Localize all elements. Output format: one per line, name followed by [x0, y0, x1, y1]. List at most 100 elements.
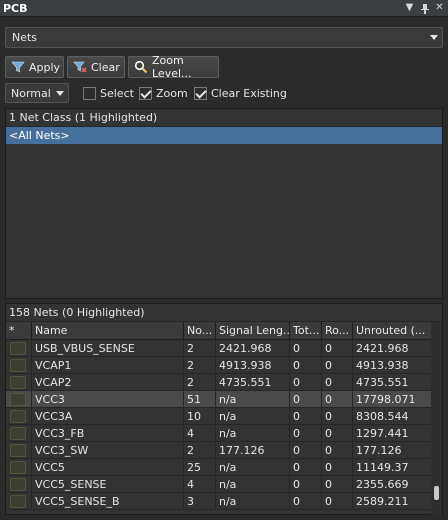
net-color-swatch[interactable] — [10, 392, 26, 406]
column-header-name[interactable]: Name — [32, 322, 184, 339]
column-header-routed[interactable]: Ro... — [322, 322, 353, 339]
table-row[interactable]: VCC3 51 n/a 0 0 17798.071 — [6, 391, 432, 408]
table-row[interactable]: VCC5 25 n/a 0 0 11149.37 — [6, 459, 432, 476]
net-name: VCC3_FB — [32, 425, 184, 441]
table-row[interactable]: VCC3_SW 2 177.126 0 0 177.126 — [6, 442, 432, 459]
clear-button[interactable]: Clear — [67, 56, 125, 78]
net-name: USB_VBUS_SENSE — [32, 340, 184, 356]
panel-title-bar: PCB ▼ ✕ — [0, 0, 448, 17]
net-routed: 0 — [322, 357, 353, 373]
net-signal-length: 4735.551 — [216, 374, 290, 390]
nets-grid-body: USB_VBUS_SENSE 2 2421.968 0 0 2421.968 VCAP1 2 4… — [6, 340, 432, 510]
net-nodes: 25 — [184, 459, 216, 475]
column-header-unrouted[interactable]: Unrouted (... — [353, 322, 432, 339]
table-row[interactable]: VCC5_SENSE_B 3 n/a 0 0 2589.211 — [6, 493, 432, 510]
table-row[interactable]: VCC5_SENSE 4 n/a 0 0 2355.669 — [6, 476, 432, 493]
select-checkbox[interactable]: Select — [83, 85, 134, 101]
net-total: 0 — [290, 357, 322, 373]
net-nodes: 4 — [184, 425, 216, 441]
net-color-swatch[interactable] — [10, 341, 26, 355]
net-unrouted: 2589.211 — [353, 493, 432, 509]
net-nodes: 2 — [184, 340, 216, 356]
net-total: 0 — [290, 340, 322, 356]
net-name: VCC5 — [32, 459, 184, 475]
table-row[interactable]: USB_VBUS_SENSE 2 2421.968 0 0 2421.968 — [6, 340, 432, 357]
net-name: VCAP1 — [32, 357, 184, 373]
net-color-swatch[interactable] — [10, 426, 26, 440]
net-color-swatch[interactable] — [10, 494, 26, 508]
net-color-swatch[interactable] — [10, 477, 26, 491]
select-label: Select — [100, 86, 134, 100]
net-class-item[interactable]: <All Nets> — [6, 127, 442, 144]
net-signal-length: n/a — [216, 459, 290, 475]
net-color-swatch[interactable] — [10, 375, 26, 389]
net-signal-length: n/a — [216, 493, 290, 509]
net-signal-length: n/a — [216, 408, 290, 424]
net-color-cell — [6, 425, 32, 441]
net-total: 0 — [290, 476, 322, 492]
net-color-cell — [6, 374, 32, 390]
apply-button[interactable]: Apply — [5, 56, 64, 78]
net-color-swatch[interactable] — [10, 409, 26, 423]
table-row[interactable]: VCC3_FB 4 n/a 0 0 1297.441 — [6, 425, 432, 442]
chevron-down-icon — [56, 91, 64, 96]
column-header-total[interactable]: Tot... — [290, 322, 322, 339]
nets-list: 158 Nets (0 Highlighted) * Name No... Si… — [5, 303, 443, 515]
net-color-swatch[interactable] — [10, 358, 26, 372]
net-color-cell — [6, 340, 32, 356]
net-name: VCAP2 — [32, 374, 184, 390]
net-signal-length: 2421.968 — [216, 340, 290, 356]
net-nodes: 51 — [184, 391, 216, 407]
net-total: 0 — [290, 425, 322, 441]
column-header-color[interactable]: * — [6, 322, 32, 339]
select-checkbox-box[interactable] — [83, 86, 96, 100]
net-nodes: 3 — [184, 493, 216, 509]
highlight-mode-dropdown[interactable]: Normal — [5, 83, 69, 103]
net-unrouted: 2355.669 — [353, 476, 432, 492]
zoom-level-button[interactable]: Zoom Level... — [128, 54, 219, 80]
table-row[interactable]: VCAP2 2 4735.551 0 0 4735.551 — [6, 374, 432, 391]
filter-icon — [11, 60, 25, 74]
net-signal-length: 177.126 — [216, 442, 290, 458]
table-row[interactable]: VCAP1 2 4913.938 0 0 4913.938 — [6, 357, 432, 374]
net-unrouted: 17798.071 — [353, 391, 432, 407]
zoom-checkbox-box[interactable] — [139, 86, 152, 100]
net-color-cell — [6, 459, 32, 475]
zoom-checkbox[interactable]: Zoom — [139, 85, 188, 101]
column-header-nodes[interactable]: No... — [184, 322, 216, 339]
net-color-swatch[interactable] — [10, 460, 26, 474]
highlight-mode-value: Normal — [11, 86, 51, 100]
net-signal-length: 4913.938 — [216, 357, 290, 373]
panel-title: PCB — [3, 1, 28, 15]
table-row[interactable]: VCC3A 10 n/a 0 0 8308.544 — [6, 408, 432, 425]
net-routed: 0 — [322, 493, 353, 509]
net-color-cell — [6, 391, 32, 407]
net-color-swatch[interactable] — [10, 443, 26, 457]
net-routed: 0 — [322, 476, 353, 492]
mode-dropdown-value: Nets — [12, 31, 38, 44]
net-total: 0 — [290, 391, 322, 407]
close-icon[interactable]: ✕ — [434, 2, 445, 14]
net-unrouted: 8308.544 — [353, 408, 432, 424]
scrollbar-thumb[interactable] — [434, 486, 439, 500]
mode-dropdown[interactable]: Nets — [5, 27, 443, 48]
clear-existing-checkbox-box[interactable] — [194, 86, 207, 100]
apply-label: Apply — [29, 60, 61, 74]
pin-icon[interactable] — [419, 2, 430, 14]
net-total: 0 — [290, 459, 322, 475]
net-color-cell — [6, 493, 32, 509]
clear-existing-checkbox[interactable]: Clear Existing — [194, 85, 287, 101]
net-total: 0 — [290, 442, 322, 458]
net-nodes: 2 — [184, 442, 216, 458]
net-color-cell — [6, 442, 32, 458]
net-name: VCC3_SW — [32, 442, 184, 458]
net-signal-length: n/a — [216, 476, 290, 492]
column-header-signal-length[interactable]: Signal Leng... — [216, 322, 290, 339]
net-total: 0 — [290, 374, 322, 390]
panel-menu-icon[interactable]: ▼ — [404, 2, 415, 14]
net-nodes: 4 — [184, 476, 216, 492]
panel-controls: ▼ ✕ — [404, 2, 448, 14]
net-unrouted: 177.126 — [353, 442, 432, 458]
nets-vertical-scrollbar[interactable] — [431, 322, 442, 515]
zoom-label: Zoom — [156, 86, 188, 100]
